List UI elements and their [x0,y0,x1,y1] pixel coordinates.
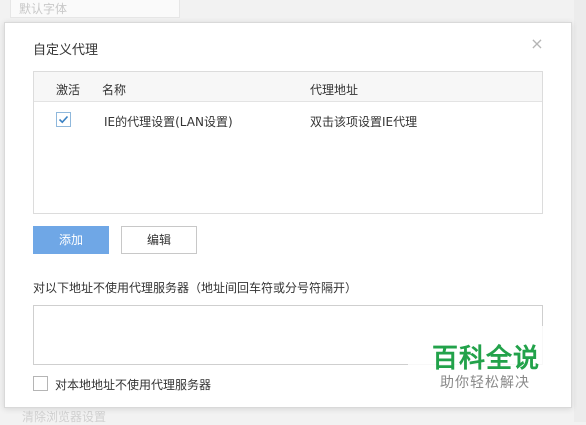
font-select-text: 默认字体 [19,2,68,16]
edit-button[interactable]: 编辑 [121,226,197,254]
add-button[interactable]: 添加 [33,226,109,254]
checkmark-icon [58,115,69,124]
font-select-background: 默认字体 [10,0,180,18]
watermark-subtitle: 助你轻松解决 [440,375,530,391]
local-bypass-label: 对本地地址不使用代理服务器 [55,378,212,392]
close-icon[interactable]: × [529,36,545,52]
page-scrollbar-area [574,0,586,422]
bypass-label: 对以下地址不使用代理服务器（地址间回车符或分号符隔开） [33,281,358,295]
proxy-table: 激活 名称 代理地址 IE的代理设置(LAN设置) 双击该项设置IE代理 [33,71,543,214]
local-bypass-checkbox[interactable] [33,376,48,391]
dialog-title: 自定义代理 [33,43,99,58]
table-header: 激活 名称 代理地址 [34,72,542,102]
header-active: 激活 [56,83,81,97]
watermark-title: 百科全说 [432,344,541,374]
active-checkbox[interactable] [56,112,71,127]
proxy-address: 双击该项设置IE代理 [310,115,418,129]
proxy-name: IE的代理设置(LAN设置) [104,115,233,129]
clear-settings-link-background: 清除浏览器设置 [22,410,107,424]
header-address: 代理地址 [310,83,359,97]
table-row[interactable]: IE的代理设置(LAN设置) 双击该项设置IE代理 [34,102,542,140]
header-name: 名称 [102,83,127,97]
